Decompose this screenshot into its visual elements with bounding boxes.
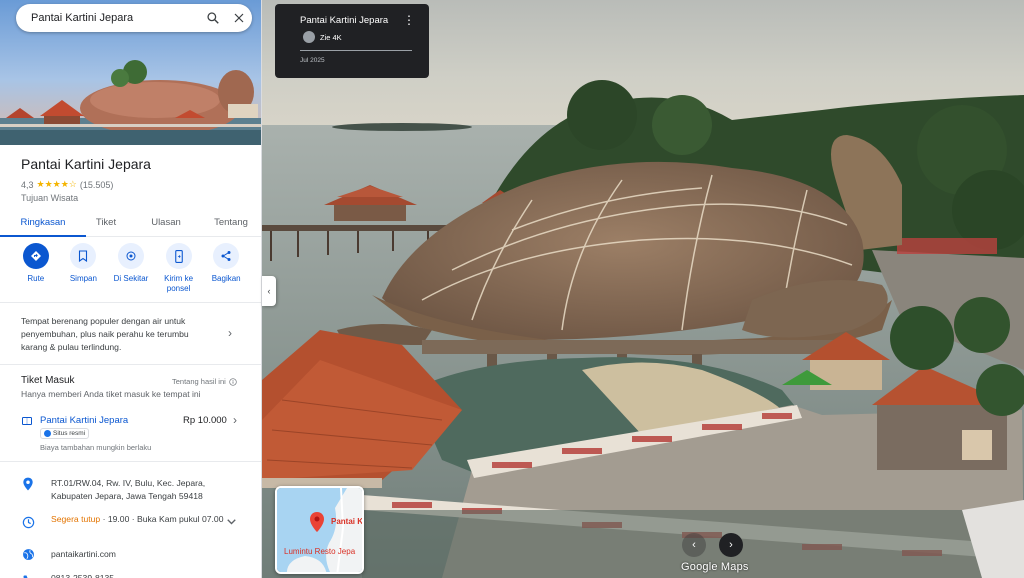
photo-info-card: Pantai Kartini Jepara ⋮ Zie 4K Jul 2025 xyxy=(275,4,429,78)
search-input[interactable]: Pantai Kartini Jepara xyxy=(31,12,200,24)
about-results-link[interactable]: Tentang hasil ini xyxy=(172,377,237,386)
send-to-phone-button[interactable]: Kirim ke ponsel xyxy=(156,243,202,294)
directions-label: Rute xyxy=(27,274,45,283)
rating-value: 4,3 xyxy=(21,179,34,190)
tickets-subtitle: Hanya memberi Anda tiket masuk ke tempat… xyxy=(21,389,201,399)
place-photo[interactable] xyxy=(262,0,1024,578)
about-results-label: Tentang hasil ini xyxy=(172,377,226,386)
phone-icon xyxy=(22,573,34,578)
phone-number[interactable]: 0813-2539-8135 xyxy=(51,573,114,578)
collapse-panel-button[interactable]: ‹ xyxy=(262,276,276,306)
website-link[interactable]: pantaikartini.com xyxy=(51,549,116,559)
nearby-label: Di Sekitar xyxy=(113,274,149,283)
maps-window: Pantai Kartini Jepara Pantai Kartini Jep… xyxy=(0,0,1024,578)
official-site-label: Situs resmi xyxy=(53,430,86,437)
chevron-down-icon[interactable] xyxy=(227,517,236,527)
divider xyxy=(0,461,261,462)
action-bar: Rute Simpan Di Sekitar Kirim ke ponsel B… xyxy=(0,243,261,294)
review-count[interactable]: (15.505) xyxy=(80,180,114,190)
minimap-poi-label: Lumintu Resto Jepa xyxy=(284,547,356,556)
next-photo-button[interactable]: › xyxy=(719,533,743,557)
minimap[interactable]: Pantai K Lumintu Resto Jepa xyxy=(275,486,364,574)
tab-about[interactable]: Tentang xyxy=(206,213,256,236)
rating-stars: ★★★★☆ xyxy=(36,179,77,189)
opening-hours[interactable]: Segera tutup · 19.00 · Buka Kam pukul 07… xyxy=(51,513,226,526)
minimap-image xyxy=(277,488,362,572)
clock-icon xyxy=(22,516,35,534)
chevron-right-icon[interactable]: › xyxy=(228,326,232,340)
official-site-badge: Situs resmi xyxy=(40,428,90,439)
hours-status: Segera tutup xyxy=(51,514,101,524)
ticket-provider-link[interactable]: Pantai Kartini Jepara xyxy=(40,415,128,426)
avatar[interactable] xyxy=(303,31,315,43)
photo-date: Jul 2025 xyxy=(300,57,325,64)
more-vert-icon[interactable]: ⋮ xyxy=(403,13,415,27)
directions-button[interactable]: Rute xyxy=(13,243,59,294)
place-title: Pantai Kartini Jepara xyxy=(21,156,151,172)
share-label: Bagikan xyxy=(211,274,241,283)
verified-icon xyxy=(44,430,51,437)
divider xyxy=(0,364,261,365)
location-pin-icon xyxy=(22,477,34,496)
chevron-right-icon: › xyxy=(729,539,733,551)
nearby-icon xyxy=(117,243,144,269)
close-icon[interactable] xyxy=(226,5,252,31)
globe-icon xyxy=(22,548,35,566)
minimap-place-label: Pantai K xyxy=(331,517,364,526)
google-maps-logo: Google Maps xyxy=(681,561,749,573)
send-to-phone-label: Kirim ke ponsel xyxy=(164,274,194,293)
send-to-phone-icon xyxy=(165,243,192,269)
share-icon xyxy=(213,243,240,269)
share-button[interactable]: Bagikan xyxy=(203,243,249,294)
nearby-button[interactable]: Di Sekitar xyxy=(108,243,154,294)
tab-tickets[interactable]: Tiket xyxy=(86,213,126,236)
place-hero-photo[interactable]: Pantai Kartini Jepara xyxy=(0,0,261,145)
save-button[interactable]: Simpan xyxy=(60,243,106,294)
ticket-price[interactable]: Rp 10.000 xyxy=(183,415,227,426)
ticket-note: Biaya tambahan mungkin berlaku xyxy=(40,443,152,452)
photo-author[interactable]: Zie 4K xyxy=(320,33,342,42)
search-box[interactable]: Pantai Kartini Jepara xyxy=(16,4,252,32)
ticket-icon xyxy=(21,414,33,432)
chevron-right-icon[interactable]: › xyxy=(233,413,237,427)
photo-title: Pantai Kartini Jepara xyxy=(300,15,389,26)
divider xyxy=(300,50,412,51)
divider xyxy=(0,302,261,303)
place-tabs: Ringkasan Tiket Ulasan Tentang xyxy=(0,213,261,237)
directions-icon xyxy=(22,243,49,269)
search-icon[interactable] xyxy=(200,5,226,31)
chevron-left-icon: ‹ xyxy=(267,286,271,296)
rating-row[interactable]: 4,3 ★★★★☆ (15.505) xyxy=(21,179,113,190)
tab-reviews[interactable]: Ulasan xyxy=(126,213,206,236)
tickets-title: Tiket Masuk xyxy=(21,375,75,386)
tab-overview[interactable]: Ringkasan xyxy=(0,213,86,237)
place-description[interactable]: Tempat berenang populer dengan air untuk… xyxy=(21,315,216,354)
save-label: Simpan xyxy=(69,274,97,283)
info-icon xyxy=(229,377,237,386)
place-panel: Pantai Kartini Jepara Pantai Kartini Jep… xyxy=(0,0,262,578)
hours-detail: · 19.00 · Buka Kam pukul 07.00 xyxy=(100,514,224,524)
chevron-left-icon: ‹ xyxy=(692,539,696,551)
bookmark-icon xyxy=(70,243,97,269)
place-category[interactable]: Tujuan Wisata xyxy=(21,193,78,203)
address-text[interactable]: RT.01/RW.04, Rw. IV, Bulu, Kec. Jepara, … xyxy=(51,477,231,503)
photo-viewer[interactable] xyxy=(262,0,1024,578)
previous-photo-button[interactable]: ‹ xyxy=(682,533,706,557)
